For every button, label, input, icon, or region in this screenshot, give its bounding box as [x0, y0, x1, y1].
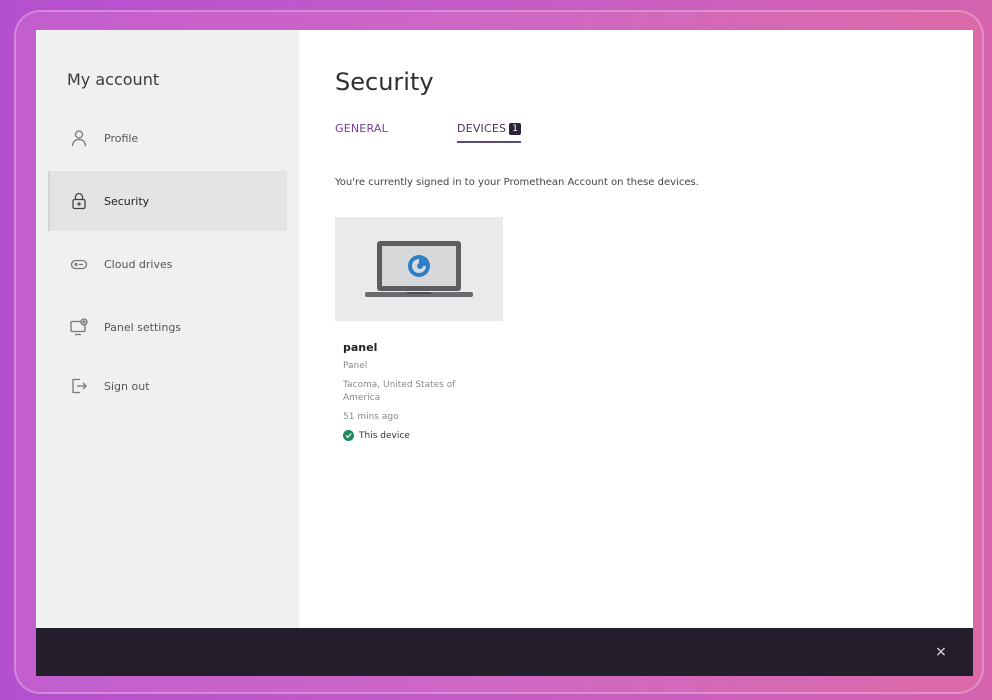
close-icon: × — [935, 644, 947, 660]
sign-out-icon — [68, 375, 90, 397]
sidebar-item-label: Security — [104, 194, 150, 208]
devices-description: You're currently signed in to your Prome… — [335, 177, 699, 188]
sidebar-item-label: Cloud drives — [104, 257, 173, 271]
this-device-indicator: This device — [343, 430, 503, 441]
person-icon — [68, 127, 90, 149]
cloud-drive-icon — [68, 253, 90, 275]
page-title: Security — [335, 68, 434, 96]
main-content: Security GENERAL DEVICES 1 You're current… — [299, 30, 973, 628]
this-device-label: This device — [359, 430, 410, 441]
sidebar-item-security[interactable]: Security — [48, 171, 287, 231]
lock-icon — [68, 190, 90, 212]
tab-devices[interactable]: DEVICES 1 — [457, 122, 522, 143]
panel-settings-icon — [68, 316, 90, 338]
device-name: panel — [343, 341, 378, 354]
bottom-bar: × — [36, 628, 973, 676]
tab-general[interactable]: GENERAL — [335, 122, 388, 135]
device-type: Panel — [343, 361, 368, 371]
device-count-badge: 1 — [509, 123, 522, 135]
tab-label: GENERAL — [335, 122, 388, 135]
sidebar-title: My account — [67, 70, 160, 89]
account-window: My account Profile Security Cloud drives… — [36, 30, 973, 628]
sidebar-item-panel-settings[interactable]: Panel settings — [48, 297, 287, 357]
sidebar-item-label: Profile — [104, 131, 139, 145]
sidebar-item-sign-out[interactable]: Sign out — [48, 356, 287, 416]
sidebar: My account Profile Security Cloud drives… — [36, 30, 299, 628]
close-button[interactable]: × — [931, 642, 951, 662]
sidebar-item-label: Sign out — [104, 379, 150, 393]
sidebar-item-profile[interactable]: Profile — [48, 108, 287, 168]
device-card[interactable]: panel Panel Tacoma, United States of Ame… — [335, 217, 503, 441]
sidebar-item-cloud-drives[interactable]: Cloud drives — [48, 234, 287, 294]
device-location: Tacoma, United States of America — [343, 380, 456, 403]
device-thumbnail[interactable] — [335, 217, 503, 321]
sidebar-item-label: Panel settings — [104, 320, 182, 334]
device-last-seen: 51 mins ago — [343, 412, 399, 422]
laptop-icon — [365, 241, 473, 297]
check-circle-icon — [343, 430, 354, 441]
tab-label: DEVICES — [457, 122, 507, 135]
